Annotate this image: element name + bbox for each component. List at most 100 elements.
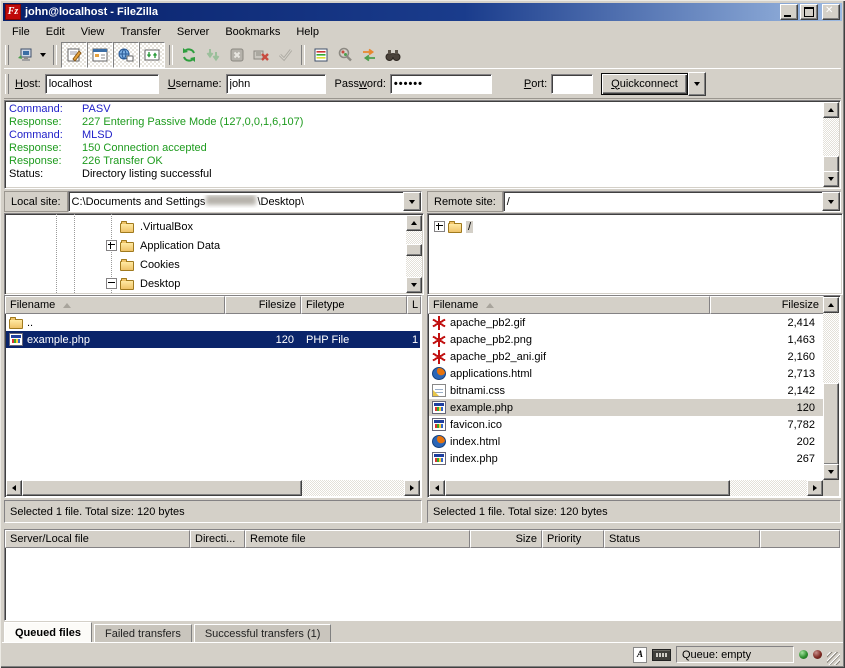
column-header-size[interactable]: Size: [470, 530, 542, 548]
column-header-filetype[interactable]: Filetype: [301, 296, 407, 314]
apply-check-button[interactable]: [273, 43, 297, 67]
scroll-down-button[interactable]: [823, 171, 839, 187]
file-row[interactable]: example.php 120: [429, 399, 823, 416]
site-manager-button[interactable]: [13, 43, 37, 67]
column-header-direction[interactable]: Directi...: [190, 530, 245, 548]
remote-site-dropdown[interactable]: [822, 192, 840, 211]
file-row[interactable]: index.html 202: [429, 433, 823, 450]
synchronized-browsing-button[interactable]: [357, 43, 381, 67]
tree-item[interactable]: Cookies: [106, 255, 405, 274]
column-header-filesize[interactable]: Filesize: [225, 296, 301, 314]
resize-grip-icon[interactable]: [827, 652, 840, 665]
column-header-filesize[interactable]: Filesize: [710, 296, 824, 314]
host-input[interactable]: [45, 74, 159, 94]
local-site-combobox[interactable]: C:\Documents and Settings\Desktop\: [68, 191, 422, 212]
filter-button[interactable]: [309, 43, 333, 67]
port-input[interactable]: [551, 74, 593, 94]
file-row[interactable]: favicon.ico 7,782: [429, 416, 823, 433]
tree-item[interactable]: Application Data: [106, 236, 405, 255]
remote-site-combobox[interactable]: /: [503, 191, 841, 212]
queue-tab[interactable]: Failed transfers: [94, 624, 192, 642]
filezilla-window: Fz john@localhost - FileZilla ✕ FileEdit…: [0, 0, 845, 668]
disconnect-button[interactable]: [249, 43, 273, 67]
tree-item[interactable]: .VirtualBox: [106, 217, 405, 236]
tree-item[interactable]: Desktop: [106, 274, 405, 293]
remote-list-hscrollbar[interactable]: [429, 480, 823, 496]
title-bar[interactable]: Fz john@localhost - FileZilla ✕: [3, 3, 842, 21]
quickconnect-dropdown[interactable]: [688, 72, 706, 96]
remote-list-vscrollbar[interactable]: [823, 297, 839, 480]
column-header-status[interactable]: Status: [604, 530, 760, 548]
column-header-filename[interactable]: Filename: [5, 296, 225, 314]
column-header-priority[interactable]: Priority: [542, 530, 604, 548]
tree-expander[interactable]: [106, 278, 117, 289]
file-row[interactable]: ..: [6, 314, 420, 331]
process-queue-button[interactable]: [201, 43, 225, 67]
dropdown-arrow-icon: [409, 200, 415, 207]
find-files-button[interactable]: [381, 43, 405, 67]
column-header-lastmodified[interactable]: L: [407, 296, 421, 314]
speed-limit-icon[interactable]: [652, 649, 671, 661]
file-row[interactable]: apache_pb2_ani.gif 2,160: [429, 348, 823, 365]
menu-item[interactable]: File: [4, 24, 38, 40]
local-site-dropdown[interactable]: [403, 192, 421, 211]
tree-item[interactable]: /: [434, 217, 840, 236]
log-scrollbar[interactable]: [823, 102, 839, 187]
scrollbar-thumb[interactable]: [406, 244, 422, 256]
username-input[interactable]: [226, 74, 326, 94]
file-row[interactable]: example.php 120 PHP File 1: [6, 331, 420, 348]
toggle-local-tree-button[interactable]: [87, 42, 113, 68]
file-row[interactable]: apache_pb2.gif 2,414: [429, 314, 823, 331]
scroll-down-button[interactable]: [406, 277, 422, 293]
quickconnect-button[interactable]: Quickconnect: [601, 73, 688, 95]
menu-item[interactable]: View: [73, 24, 113, 40]
scroll-left-button[interactable]: [429, 480, 445, 496]
site-manager-dropdown[interactable]: [37, 44, 49, 66]
column-header-filename[interactable]: Filename: [428, 296, 710, 314]
scroll-left-button[interactable]: [6, 480, 22, 496]
directory-comparison-button[interactable]: [333, 43, 357, 67]
local-tree-scrollbar[interactable]: [406, 215, 422, 293]
scrollbar-thumb[interactable]: [22, 480, 302, 496]
file-row[interactable]: bitnami.css 2,142: [429, 382, 823, 399]
maximize-button[interactable]: [800, 4, 818, 20]
folder-icon: [448, 223, 462, 233]
scrollbar-thumb[interactable]: [445, 480, 730, 496]
toggle-remote-tree-button[interactable]: [113, 42, 139, 68]
file-row[interactable]: index.php 267: [429, 450, 823, 467]
column-header-server-local-file[interactable]: Server/Local file: [5, 530, 190, 548]
scroll-up-button[interactable]: [823, 297, 839, 313]
menu-item[interactable]: Bookmarks: [217, 24, 288, 40]
tree-expander[interactable]: [106, 240, 117, 251]
menu-item[interactable]: Transfer: [112, 24, 169, 40]
file-row[interactable]: apache_pb2.png 1,463: [429, 331, 823, 348]
toggle-transfer-queue-button[interactable]: [139, 42, 165, 68]
queue-tab[interactable]: Queued files: [4, 622, 92, 642]
scroll-up-button[interactable]: [406, 215, 422, 231]
column-header-remote-file[interactable]: Remote file: [245, 530, 470, 548]
file-type-icon: [432, 435, 446, 448]
close-button[interactable]: ✕: [822, 4, 840, 20]
scroll-down-button[interactable]: [823, 464, 839, 480]
scroll-right-button[interactable]: [404, 480, 420, 496]
scrollbar-thumb[interactable]: [823, 383, 839, 465]
refresh-button[interactable]: [177, 43, 201, 67]
cancel-operation-button[interactable]: [225, 43, 249, 67]
scroll-right-button[interactable]: [807, 480, 823, 496]
toolbar-grip: [5, 45, 9, 65]
minimize-button[interactable]: [780, 4, 798, 20]
menu-item[interactable]: Edit: [38, 24, 73, 40]
menu-item[interactable]: Help: [288, 24, 327, 40]
menu-item[interactable]: Server: [169, 24, 217, 40]
scroll-up-button[interactable]: [823, 102, 839, 118]
local-list-hscrollbar[interactable]: [6, 480, 420, 496]
toggle-message-log-button[interactable]: [61, 42, 87, 68]
file-type-icon: [432, 401, 446, 414]
file-row[interactable]: applications.html 2,713: [429, 365, 823, 382]
tree-expander[interactable]: [434, 221, 445, 232]
comparison-icon: [336, 46, 354, 64]
queue-tab[interactable]: Successful transfers (1): [194, 624, 332, 642]
password-input[interactable]: [390, 74, 492, 94]
tree-guide-line: [56, 214, 57, 294]
close-icon: ✕: [825, 5, 833, 17]
